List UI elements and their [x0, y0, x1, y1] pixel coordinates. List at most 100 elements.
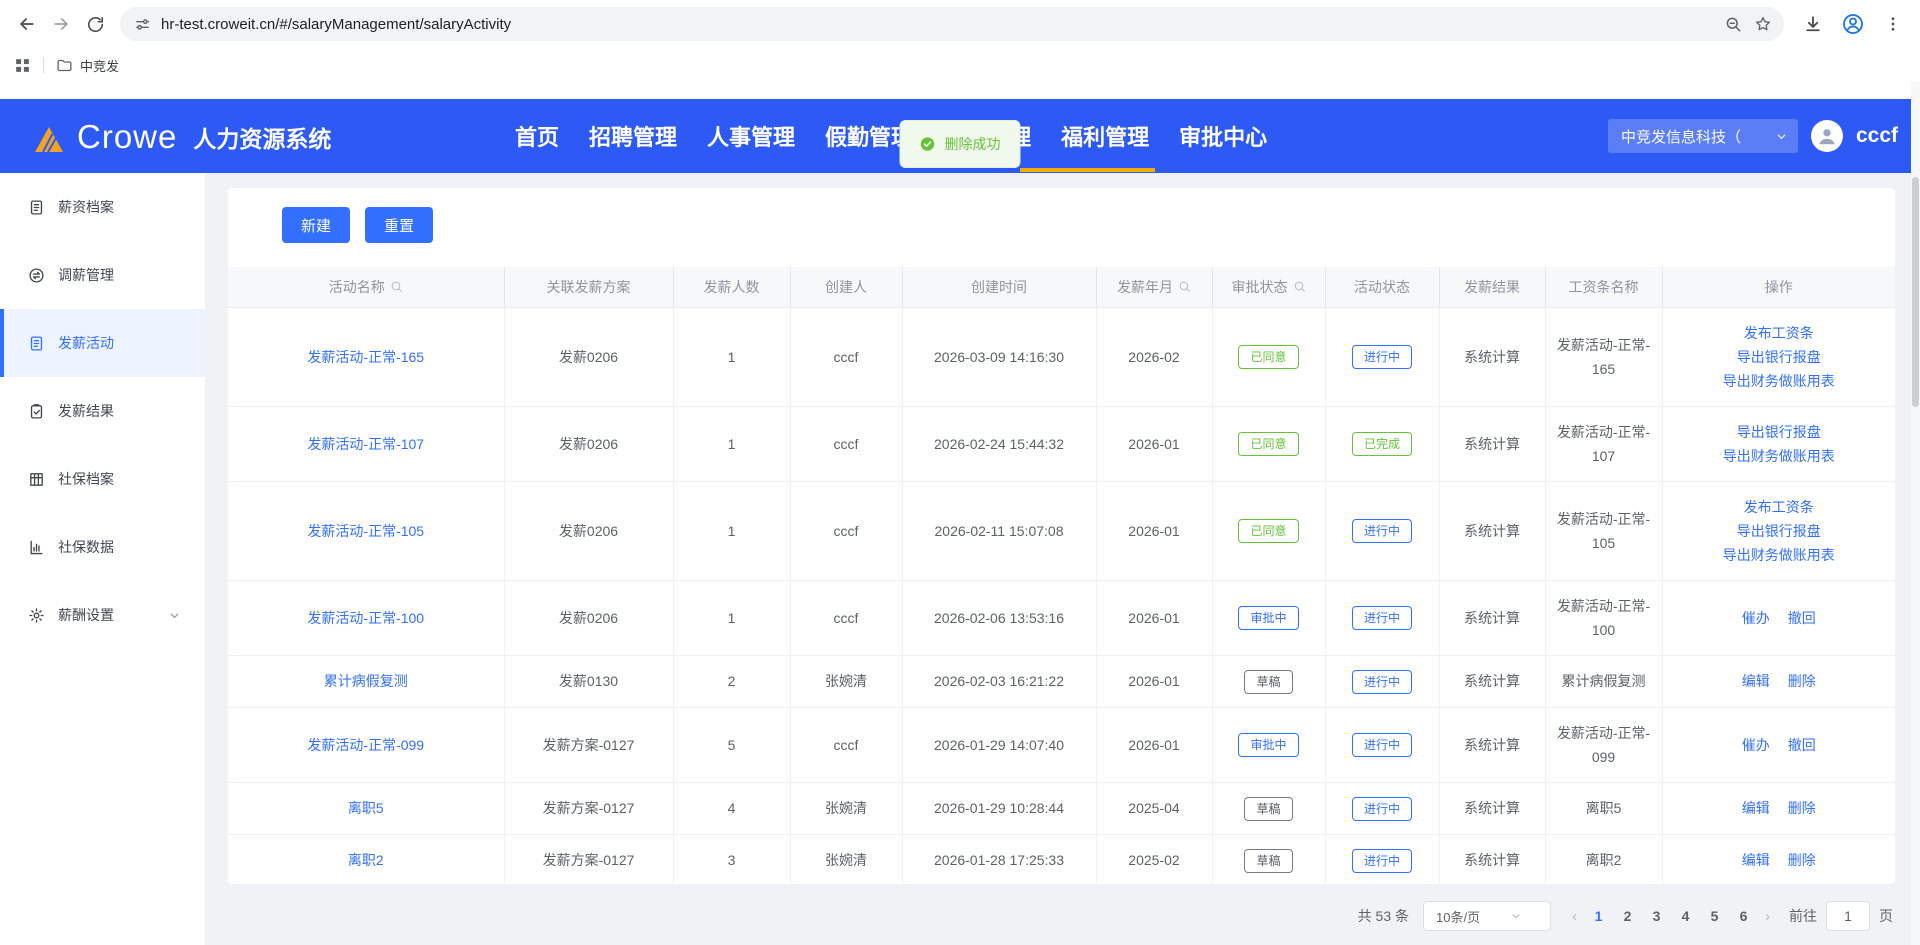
bookmark-folder[interactable]: 中竞发 — [56, 56, 119, 75]
back-icon[interactable] — [10, 7, 44, 41]
headcount-cell: 3 — [673, 834, 790, 884]
action-link[interactable]: 删除 — [1788, 848, 1816, 872]
pay-month-cell: 2026-01 — [1096, 481, 1212, 580]
activity-name-link[interactable]: 发薪活动-正常-099 — [307, 737, 424, 753]
action-link[interactable]: 催办 — [1742, 733, 1770, 757]
column-header[interactable]: 审批状态 — [1212, 267, 1325, 307]
action-link[interactable]: 编辑 — [1742, 669, 1770, 693]
page-number[interactable]: 5 — [1700, 908, 1729, 924]
column-header[interactable]: 活动名称 — [228, 267, 504, 307]
action-link[interactable]: 导出银行报盘 — [1737, 345, 1821, 369]
zoom-out-icon[interactable] — [1718, 9, 1748, 39]
activity-name-link[interactable]: 离职5 — [348, 800, 384, 816]
sidebar-item[interactable]: 发薪活动 — [0, 309, 205, 377]
column-header[interactable]: 发薪年月 — [1096, 267, 1212, 307]
actions-cell: 编辑删除 — [1662, 655, 1895, 707]
action-link[interactable]: 撤回 — [1788, 606, 1816, 630]
pay-result-cell: 系统计算 — [1439, 580, 1545, 655]
activity-name-cell: 发薪活动-正常-099 — [228, 707, 504, 782]
action-link[interactable]: 删除 — [1788, 669, 1816, 693]
chart-bar-icon — [28, 539, 45, 556]
activity-name-link[interactable]: 发薪活动-正常-165 — [307, 349, 424, 365]
action-link[interactable]: 编辑 — [1742, 848, 1770, 872]
reload-icon[interactable] — [78, 7, 112, 41]
action-link[interactable]: 导出财务做账用表 — [1723, 369, 1835, 393]
user-avatar[interactable] — [1811, 120, 1843, 152]
main-content: 新建 重置 活动名称关联发薪方案发薪人数创建人创建时间发薪年月审批状态活动状态发… — [205, 173, 1920, 945]
nav-menu: 首页招聘管理人事管理假勤管理薪酬管理福利管理审批中心 — [515, 99, 1267, 173]
activity-table: 活动名称关联发薪方案发薪人数创建人创建时间发薪年月审批状态活动状态发薪结果工资条… — [228, 267, 1895, 884]
pay-result-cell: 系统计算 — [1439, 834, 1545, 884]
action-link[interactable]: 撤回 — [1788, 733, 1816, 757]
page-number[interactable]: 1 — [1584, 908, 1613, 924]
sidebar-item[interactable]: 发薪结果 — [0, 377, 205, 445]
action-link[interactable]: 催办 — [1742, 606, 1770, 630]
action-link[interactable]: 发布工资条 — [1744, 321, 1814, 345]
nav-item[interactable]: 首页 — [515, 120, 559, 152]
profile-icon[interactable] — [1836, 7, 1870, 41]
bookmarks-bar: 中竞发 — [0, 48, 1920, 82]
apps-grid-icon[interactable] — [14, 57, 31, 74]
page-size-select[interactable]: 10条/页 — [1423, 901, 1551, 931]
headcount-cell: 4 — [673, 782, 790, 834]
pay-result-cell: 系统计算 — [1439, 782, 1545, 834]
url-bar[interactable]: hr-test.croweit.cn/#/salaryManagement/sa… — [120, 7, 1784, 41]
download-icon[interactable] — [1796, 7, 1830, 41]
action-link[interactable]: 导出银行报盘 — [1737, 519, 1821, 543]
company-select[interactable]: 中竞发信息科技（ — [1608, 119, 1798, 153]
action-link[interactable]: 导出财务做账用表 — [1723, 543, 1835, 567]
total-count: 共 53 条 — [1358, 906, 1409, 926]
activity-name-link[interactable]: 发薪活动-正常-105 — [307, 523, 424, 539]
status-badge: 草稿 — [1244, 849, 1292, 873]
create-button[interactable]: 新建 — [282, 207, 350, 243]
page-jump-input[interactable] — [1826, 901, 1870, 931]
nav-item[interactable]: 人事管理 — [707, 120, 795, 152]
action-link[interactable]: 发布工资条 — [1744, 495, 1814, 519]
action-link[interactable]: 导出财务做账用表 — [1723, 444, 1835, 468]
creator-cell: cccf — [790, 481, 902, 580]
nav-item[interactable]: 招聘管理 — [589, 120, 677, 152]
search-icon — [1178, 280, 1191, 293]
page-number[interactable]: 6 — [1729, 908, 1758, 924]
scrollbar-thumb[interactable] — [1912, 177, 1919, 407]
plan-cell: 发薪0206 — [504, 307, 673, 406]
activity-name-link[interactable]: 发薪活动-正常-107 — [307, 436, 424, 452]
forward-icon[interactable] — [44, 7, 78, 41]
actions-cell: 催办撤回 — [1662, 580, 1895, 655]
content-card: 新建 重置 活动名称关联发薪方案发薪人数创建人创建时间发薪年月审批状态活动状态发… — [228, 188, 1895, 884]
sidebar-item[interactable]: 调薪管理 — [0, 241, 205, 309]
page-scrollbar[interactable] — [1911, 82, 1920, 945]
activity-name-link[interactable]: 累计病假复测 — [324, 673, 408, 689]
activity-name-link[interactable]: 离职2 — [348, 852, 384, 868]
activity-status-cell: 已完成 — [1325, 406, 1439, 481]
toolbar: 新建 重置 — [282, 207, 1895, 243]
bookmark-star-icon[interactable] — [1748, 9, 1778, 39]
column-header: 操作 — [1662, 267, 1895, 307]
headcount-cell: 1 — [673, 580, 790, 655]
sidebar-item-label: 发薪结果 — [58, 401, 114, 421]
next-page-icon[interactable]: › — [1758, 908, 1777, 925]
action-link[interactable]: 删除 — [1788, 796, 1816, 820]
action-link[interactable]: 导出银行报盘 — [1737, 420, 1821, 444]
menu-dots-icon[interactable] — [1876, 7, 1910, 41]
page-number[interactable]: 3 — [1642, 908, 1671, 924]
actions-cell: 发布工资条导出银行报盘导出财务做账用表 — [1662, 307, 1895, 406]
sidebar-item[interactable]: 社保档案 — [0, 445, 205, 513]
activity-name-link[interactable]: 发薪活动-正常-100 — [307, 610, 424, 626]
reset-button[interactable]: 重置 — [365, 207, 433, 243]
sidebar-item[interactable]: 薪酬设置 — [0, 581, 205, 649]
url-text[interactable]: hr-test.croweit.cn/#/salaryManagement/sa… — [161, 16, 1718, 33]
status-badge: 进行中 — [1352, 519, 1412, 543]
table-body: 发薪活动-正常-165发薪02061cccf2026-03-09 14:16:3… — [228, 307, 1895, 884]
page-number[interactable]: 2 — [1613, 908, 1642, 924]
site-settings-icon[interactable] — [134, 16, 151, 33]
action-link[interactable]: 编辑 — [1742, 796, 1770, 820]
prev-page-icon[interactable]: ‹ — [1565, 908, 1584, 925]
actions-cell-links: 催办撤回 — [1671, 606, 1888, 630]
nav-item[interactable]: 福利管理 — [1061, 120, 1149, 152]
nav-item[interactable]: 审批中心 — [1179, 120, 1267, 152]
page-number[interactable]: 4 — [1671, 908, 1700, 924]
sidebar-item[interactable]: 薪资档案 — [0, 173, 205, 241]
creator-cell: cccf — [790, 307, 902, 406]
sidebar-item[interactable]: 社保数据 — [0, 513, 205, 581]
